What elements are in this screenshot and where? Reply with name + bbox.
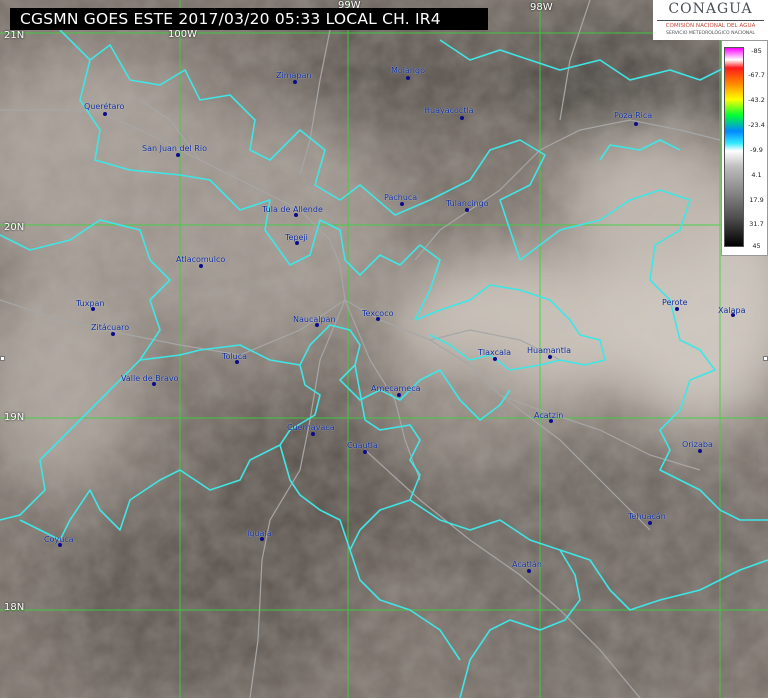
city-label: Querétaro [84, 102, 125, 111]
city-marker[interactable] [527, 569, 531, 573]
city-marker[interactable] [111, 332, 115, 336]
city-label: Iguala [247, 529, 272, 538]
city-label: Cuautla [347, 441, 378, 450]
conagua-logo: CONAGUA COMISIÓN NACIONAL DEL AGUA SERVI… [653, 0, 768, 40]
scale-label: -43.2 [748, 96, 765, 104]
temperature-color-scale: -85 -67.7 -43.2 -23.4 -9.9 4.1 17.9 31.7… [721, 40, 768, 256]
city-label: Tepeji [285, 233, 308, 242]
city-marker[interactable] [400, 202, 404, 206]
city-marker[interactable] [634, 122, 638, 126]
grid-label-lon: 100W [168, 29, 197, 40]
city-label: Acatzin [534, 411, 564, 420]
city-label: Cuernavaca [287, 423, 335, 432]
grid-label-lat: 18N [4, 602, 25, 613]
city-label: Texcoco [362, 309, 394, 318]
logo-subtitle: COMISIÓN NACIONAL DEL AGUA [657, 20, 764, 30]
city-marker[interactable] [103, 112, 107, 116]
resize-handle-right[interactable] [763, 356, 768, 361]
city-marker[interactable] [675, 307, 679, 311]
grid-label-lat: 21N [4, 30, 25, 41]
city-label: Huamantla [527, 346, 572, 355]
color-ramp [724, 47, 744, 247]
logo-subtitle-2: SERVICIO METEOROLÓGICO NACIONAL [666, 31, 755, 36]
city-label: Perote [662, 298, 688, 307]
city-label: Tula de Allende [262, 205, 323, 214]
city-label: Coyuca [44, 535, 74, 544]
city-marker[interactable] [397, 393, 401, 397]
city-label: Pachuca [384, 193, 418, 202]
city-label: Zitácuaro [91, 323, 130, 332]
city-label: Tehuacán [628, 512, 666, 521]
city-label: Tlaxcala [478, 348, 512, 357]
city-label: Atlacomulco [176, 255, 226, 264]
scale-label: 31.7 [749, 220, 764, 228]
city-marker[interactable] [363, 450, 367, 454]
city-marker[interactable] [648, 521, 652, 525]
scale-label: -9.9 [750, 146, 763, 154]
city-label: Huayacoctla [424, 106, 474, 115]
city-marker[interactable] [548, 355, 552, 359]
city-marker[interactable] [293, 80, 297, 84]
city-label: Xalapa [718, 306, 746, 315]
scale-label: -85 [751, 47, 762, 55]
scale-label: 4.1 [751, 171, 762, 179]
city-marker[interactable] [406, 76, 410, 80]
city-marker[interactable] [311, 432, 315, 436]
scale-label: -23.4 [748, 121, 765, 129]
city-label: Molango [391, 66, 425, 75]
city-label: San Juan del Rio [142, 144, 207, 153]
resize-handle-left[interactable] [0, 356, 5, 361]
scale-label: 17.9 [749, 196, 764, 204]
city-label: Tuxpan [76, 299, 105, 308]
image-title: CGSMN GOES ESTE 2017/03/20 05:33 LOCAL C… [10, 8, 488, 30]
city-marker[interactable] [176, 153, 180, 157]
city-label: Naucalpan [293, 315, 336, 324]
city-label: Poza Rica [614, 111, 653, 120]
city-label: Amecameca [371, 384, 421, 393]
logo-wordmark: CONAGUA [668, 1, 753, 17]
scale-label: 45 [752, 242, 761, 250]
grid-label-lat: 20N [4, 222, 25, 233]
city-marker[interactable] [460, 116, 464, 120]
grid-label-lon: 98W [530, 2, 553, 13]
city-label: Zimapan [276, 71, 312, 80]
city-label: Acatlán [512, 560, 542, 569]
city-label: Toluca [222, 352, 248, 361]
city-label: Valle de Bravo [121, 374, 179, 383]
city-marker[interactable] [199, 264, 203, 268]
city-label: Tulancingo [446, 199, 489, 208]
city-label: Orizaba [682, 440, 713, 449]
satellite-map-view[interactable]: CGSMN GOES ESTE 2017/03/20 05:33 LOCAL C… [0, 0, 768, 698]
grid-label-lat: 19N [4, 412, 25, 423]
scale-label: -67.7 [748, 71, 765, 79]
city-marker[interactable] [493, 357, 497, 361]
grid-label-lon: 99W [338, 0, 361, 11]
city-marker[interactable] [698, 449, 702, 453]
city-marker[interactable] [465, 208, 469, 212]
